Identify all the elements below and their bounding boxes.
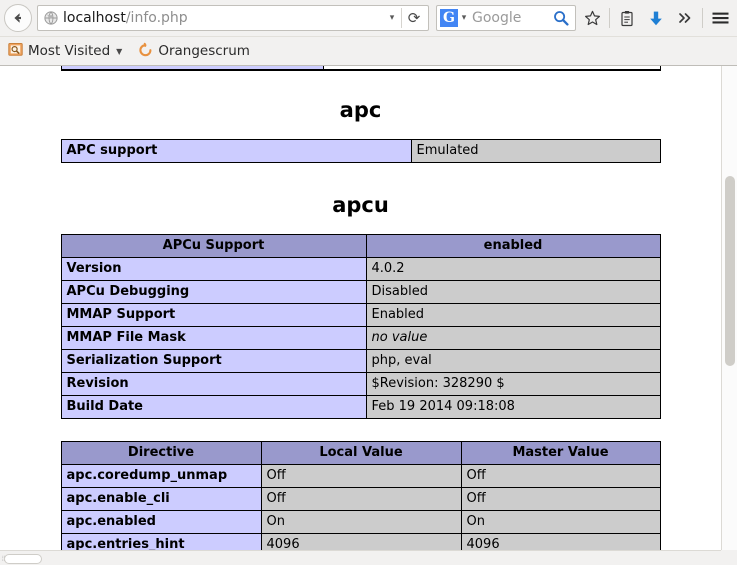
downloads-button[interactable] <box>643 4 669 32</box>
directive-name-enabled: apc.enabled <box>60 510 262 534</box>
table-row: apc.coredump_unmap Off Off <box>60 464 661 488</box>
reader-list-button[interactable] <box>614 4 640 32</box>
google-logo-icon: G <box>440 9 458 27</box>
url-dropdown-icon[interactable]: ▾ <box>385 13 399 23</box>
apcu-value-mmap-support: Enabled <box>365 303 661 327</box>
page-content-area: apc APC support Emulated apcu APCu Suppo… <box>0 66 737 565</box>
vertical-scrollbar-thumb[interactable] <box>725 176 735 366</box>
table-row: APC support Emulated <box>60 139 661 163</box>
search-bar[interactable]: G ▾ Google <box>436 5 576 31</box>
bookmark-label-most-visited: Most Visited <box>28 43 111 59</box>
apcu-value-revision: $Revision: 328290 $ <box>365 372 661 396</box>
table-row: apc.enable_cli Off Off <box>60 487 661 511</box>
directive-local-enabled: On <box>260 510 462 534</box>
url-path: /info.php <box>125 10 188 26</box>
partial-value-cell <box>323 66 660 69</box>
apcu-key-debugging: APCu Debugging <box>60 280 367 304</box>
most-visited-icon <box>8 42 23 61</box>
directives-header-local: Local Value <box>260 441 462 465</box>
directive-master-enabled: On <box>460 510 661 534</box>
apcu-value-mmap-file-mask: no value <box>365 326 661 350</box>
search-engine-dropdown-icon[interactable]: ▾ <box>458 13 470 23</box>
apcu-header-support: APCu Support <box>60 234 367 258</box>
bookmark-label-orangescrum: Orangescrum <box>158 43 250 59</box>
table-row: Build Date Feb 19 2014 09:18:08 <box>60 395 661 419</box>
horizontal-scrollbar-thumb[interactable] <box>4 554 42 564</box>
search-input[interactable]: Google <box>470 10 550 26</box>
table-header-row: APCu Support enabled <box>60 234 661 258</box>
urlbar-divider <box>401 8 402 28</box>
apcu-key-serialization: Serialization Support <box>60 349 367 373</box>
navigation-toolbar: localhost/info.php ▾ ⟳ G ▾ Google <box>0 0 737 36</box>
directive-master-coredump-unmap: Off <box>460 464 661 488</box>
apcu-header-enabled: enabled <box>365 234 661 258</box>
toolbar-divider-2 <box>702 8 703 28</box>
reload-button[interactable]: ⟳ <box>404 10 424 26</box>
table-row: Serialization Support php, eval <box>60 349 661 373</box>
table-row-highlighted: apc.enabled On On <box>60 510 661 534</box>
overflow-chevrons-button[interactable] <box>672 4 698 32</box>
apcu-value-debugging: Disabled <box>365 280 661 304</box>
section-title-apcu: apcu <box>332 193 389 217</box>
back-arrow-icon <box>14 13 21 23</box>
bookmarks-bar: Most Visited ▼ Orangescrum <box>0 36 737 65</box>
orangescrum-icon <box>138 42 153 61</box>
phpinfo-page: apc APC support Emulated apcu APCu Suppo… <box>0 66 721 558</box>
directive-name-enable-cli: apc.enable_cli <box>60 487 262 511</box>
directive-local-coredump-unmap: Off <box>260 464 462 488</box>
directive-master-enable-cli: Off <box>460 487 661 511</box>
apc-support-value: Emulated <box>410 139 661 163</box>
apcu-key-mmap-support: MMAP Support <box>60 303 367 327</box>
toolbar-divider <box>609 8 610 28</box>
back-button[interactable] <box>4 4 32 32</box>
directives-table: Directive Local Value Master Value apc.c… <box>60 441 661 557</box>
vertical-scrollbar[interactable] <box>721 66 737 558</box>
table-row: MMAP Support Enabled <box>60 303 661 327</box>
table-header-row: Directive Local Value Master Value <box>60 441 661 465</box>
table-row: APCu Debugging Disabled <box>60 280 661 304</box>
apcu-key-mmap-file-mask: MMAP File Mask <box>60 326 367 350</box>
directive-local-enable-cli: Off <box>260 487 462 511</box>
directives-header-directive: Directive <box>60 441 262 465</box>
bookmark-caret-icon[interactable]: ▼ <box>116 47 122 56</box>
horizontal-scrollbar[interactable]: ⦙⦙ ▶ <box>0 550 737 565</box>
directive-name-coredump-unmap: apc.coredump_unmap <box>60 464 262 488</box>
apcu-value-build-date: Feb 19 2014 09:18:08 <box>365 395 661 419</box>
directives-header-master: Master Value <box>460 441 661 465</box>
apcu-value-version: 4.0.2 <box>365 257 661 281</box>
table-row: Version 4.0.2 <box>60 257 661 281</box>
url-host: localhost <box>63 10 126 26</box>
search-magnifier-icon[interactable] <box>550 10 572 26</box>
apc-support-key: APC support <box>60 139 412 163</box>
table-row: Revision $Revision: 328290 $ <box>60 372 661 396</box>
bookmark-star-button[interactable] <box>579 4 605 32</box>
scrollbar-corner <box>721 550 737 565</box>
apcu-key-build-date: Build Date <box>60 395 367 419</box>
apcu-key-revision: Revision <box>60 372 367 396</box>
url-bar[interactable]: localhost/info.php ▾ ⟳ <box>37 5 429 31</box>
bookmark-most-visited[interactable]: Most Visited ▼ <box>8 42 122 61</box>
hamburger-menu-button[interactable] <box>707 4 733 32</box>
partial-key-cell <box>61 66 324 69</box>
section-title-apc: apc <box>339 98 382 122</box>
apcu-key-version: Version <box>60 257 367 281</box>
bookmark-orangescrum[interactable]: Orangescrum <box>138 42 250 61</box>
apcu-table: APCu Support enabled Version 4.0.2 APCu … <box>60 234 661 419</box>
apcu-value-serialization: php, eval <box>365 349 661 373</box>
globe-icon <box>44 11 58 25</box>
url-text: localhost/info.php <box>63 6 385 30</box>
apc-table: APC support Emulated <box>60 139 661 163</box>
table-row: MMAP File Mask no value <box>60 326 661 350</box>
browser-chrome: localhost/info.php ▾ ⟳ G ▾ Google Most V… <box>0 0 737 66</box>
